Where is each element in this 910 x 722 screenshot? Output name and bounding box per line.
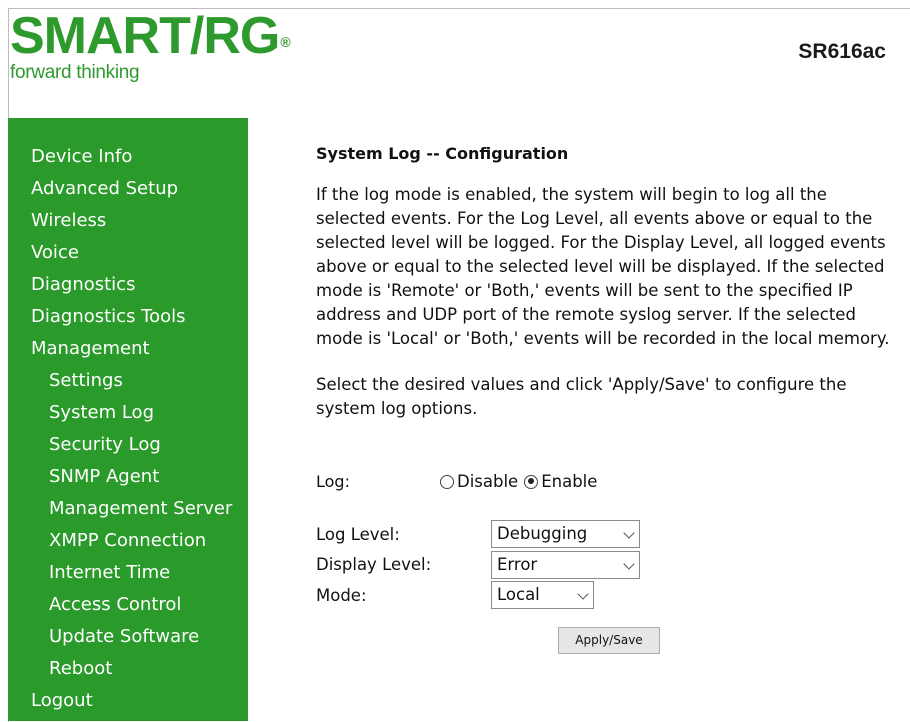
main-content: System Log -- Configuration If the log m… xyxy=(316,140,901,421)
log-enable-label[interactable]: Enable xyxy=(541,472,597,491)
mode-value: Local xyxy=(497,585,540,604)
log-enable-radio[interactable] xyxy=(524,474,539,489)
log-level-label: Log Level: xyxy=(316,525,400,544)
page-title: System Log -- Configuration xyxy=(316,144,569,163)
description-text: If the log mode is enabled, the system w… xyxy=(316,185,890,348)
registered-mark: ® xyxy=(280,34,290,50)
log-disable-label[interactable]: Disable xyxy=(457,472,518,491)
sidebar-item-diagnostics[interactable]: Diagnostics xyxy=(31,274,135,295)
mode-label: Mode: xyxy=(316,586,367,605)
sidebar-item-xmpp-connection[interactable]: XMPP Connection xyxy=(49,530,206,551)
display-level-label: Display Level: xyxy=(316,555,432,574)
sidebar-item-internet-time[interactable]: Internet Time xyxy=(49,562,170,583)
sidebar-item-logout[interactable]: Logout xyxy=(31,690,93,711)
chevron-down-icon xyxy=(623,558,635,570)
chevron-down-icon xyxy=(577,588,589,600)
sidebar-item-wireless[interactable]: Wireless xyxy=(31,210,106,231)
sidebar-item-management-server[interactable]: Management Server xyxy=(49,498,232,519)
display-level-value: Error xyxy=(497,555,538,574)
sidebar-item-management[interactable]: Management xyxy=(31,338,150,359)
sidebar-item-reboot[interactable]: Reboot xyxy=(49,658,112,679)
smartrg-logo: SMART/RG® forward thinking xyxy=(10,7,291,84)
model-name: SR616ac xyxy=(798,40,886,63)
log-label: Log: xyxy=(316,472,350,491)
log-level-select[interactable]: Debugging xyxy=(491,520,640,548)
apply-save-button[interactable]: Apply/Save xyxy=(558,627,660,654)
sidebar-item-access-control[interactable]: Access Control xyxy=(49,594,181,615)
sidebar-item-settings[interactable]: Settings xyxy=(49,370,123,391)
sidebar-item-diagnostics-tools[interactable]: Diagnostics Tools xyxy=(31,306,186,327)
sidebar-nav: Device Info Advanced Setup Wireless Voic… xyxy=(8,118,248,721)
sidebar-item-system-log[interactable]: System Log xyxy=(49,402,154,423)
log-row: Log: xyxy=(316,472,350,491)
log-radio-group: Disable Enable xyxy=(440,472,597,491)
logo-text: SMART/RG xyxy=(10,7,280,65)
sidebar-item-device-info[interactable]: Device Info xyxy=(31,146,132,167)
logo-tagline: forward thinking xyxy=(10,62,140,83)
sidebar-item-snmp-agent[interactable]: SNMP Agent xyxy=(49,466,159,487)
sidebar-item-update-software[interactable]: Update Software xyxy=(49,626,199,647)
display-level-select[interactable]: Error xyxy=(491,551,640,579)
sidebar-item-security-log[interactable]: Security Log xyxy=(49,434,161,455)
log-disable-radio[interactable] xyxy=(440,474,454,489)
chevron-down-icon xyxy=(623,527,635,539)
log-level-value: Debugging xyxy=(497,524,588,543)
mode-select[interactable]: Local xyxy=(491,581,594,609)
instructions-text: Select the desired values and click 'App… xyxy=(316,375,847,418)
sidebar-item-voice[interactable]: Voice xyxy=(31,242,79,263)
sidebar-item-advanced-setup[interactable]: Advanced Setup xyxy=(31,178,178,199)
